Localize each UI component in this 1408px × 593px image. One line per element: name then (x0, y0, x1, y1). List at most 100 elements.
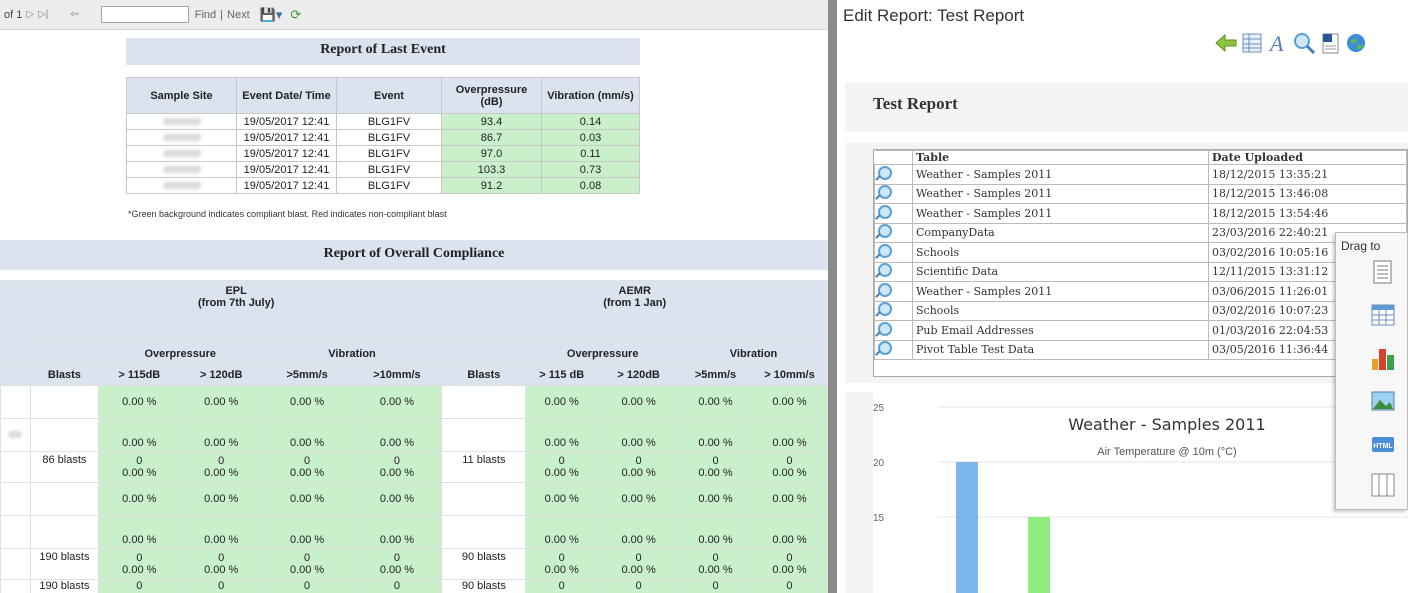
event-datetime: 19/05/2017 12:41 (236, 177, 337, 194)
col-sample-site: Sample Site (126, 77, 237, 114)
col-vibration: Vibration (mm/s) (541, 77, 640, 114)
back-arrow-icon[interactable] (1215, 32, 1237, 54)
data-source-row[interactable]: Pub Email Addresses 01/03/2016 22:04:53 (874, 320, 1407, 341)
overall-compliance-title: Report of Overall Compliance (0, 240, 828, 270)
redacted-site (162, 149, 201, 157)
report-name: Test Report (873, 94, 958, 113)
overpressure-value: 86.7 (441, 129, 542, 146)
html-icon[interactable]: HTML (1370, 431, 1396, 457)
table-row: 0.00 % 0.00 % 0.00 % 0.00 % 0.00 % 0.00 … (0, 385, 828, 419)
event-code: BLG1FV (336, 129, 442, 146)
pane-divider[interactable] (828, 0, 837, 593)
image-icon[interactable] (1370, 388, 1396, 414)
report-name-panel: Test Report (845, 82, 1408, 132)
columns-icon[interactable] (1370, 472, 1396, 498)
view-icon[interactable] (878, 204, 892, 219)
compliance-table: EPL (from 7th July) AEMR (from 1 Jan) Ov… (0, 280, 828, 593)
export-icon[interactable]: 💾▾ (260, 7, 283, 23)
table-row: 86 blasts 0 0.00 % 0 0.00 % 0 0.00 % 0 0.00 … (0, 451, 828, 483)
chart-bar[interactable] (1028, 517, 1050, 593)
data-source-row[interactable]: Weather - Samples 2011 03/06/2015 11:26:0… (874, 281, 1407, 302)
back-icon[interactable]: ⇦ (70, 9, 78, 20)
col-overpressure: Overpressure (dB) (441, 77, 542, 114)
table-icon[interactable] (1241, 32, 1263, 54)
next-link[interactable]: Next (227, 9, 250, 21)
vibration-value: 0.11 (541, 145, 640, 162)
refresh-icon[interactable]: ⟳ (290, 7, 301, 23)
next-page-icon[interactable]: ▷ (26, 9, 34, 20)
redacted-site (162, 181, 201, 189)
globe-icon[interactable] (1345, 32, 1367, 54)
data-source-row[interactable]: Schools 03/02/2016 10:07:23 (874, 300, 1407, 321)
view-icon[interactable] (878, 263, 892, 278)
view-icon[interactable] (878, 185, 892, 200)
view-icon[interactable] (878, 321, 892, 336)
editor-toolbar: A (1215, 31, 1367, 56)
last-page-icon[interactable]: ▷| (38, 9, 48, 20)
view-icon[interactable] (878, 302, 892, 317)
chart-subtitle: Air Temperature @ 10m (°C) (1097, 446, 1236, 458)
data-source-row[interactable]: Pivot Table Test Data 03/05/2016 11:36:44 (874, 339, 1407, 360)
vibration-value: 0.03 (541, 129, 640, 146)
view-icon[interactable] (878, 224, 892, 239)
data-source-row[interactable]: Weather - Samples 2011 18/12/2015 13:54:4… (874, 203, 1407, 224)
text-block-icon[interactable] (1370, 259, 1396, 285)
text-icon[interactable]: A (1267, 31, 1289, 56)
aemr-header: AEMR (from 1 Jan) (441, 280, 828, 343)
view-icon[interactable] (878, 165, 892, 180)
drag-palette-title: Drag to (1341, 239, 1381, 253)
view-icon[interactable] (878, 282, 892, 297)
table-row: 19/05/2017 12:41 BLG1FV 97.0 0.11 (126, 145, 640, 162)
find-input[interactable] (100, 6, 189, 23)
report-viewer-pane: of 1 ▷ ▷| ⇦ Find | Next 💾▾ ⟳ Report of L… (0, 0, 828, 593)
data-sources-table: Table Date Uploaded Weather - Samples 20… (874, 150, 1407, 360)
data-sources-table-container: Table Date Uploaded Weather - Samples 20… (873, 149, 1408, 377)
bar-chart-icon[interactable] (1370, 345, 1396, 371)
epl-header: EPL (from 7th July) (29, 280, 443, 343)
data-sources-panel: Table Date Uploaded Weather - Samples 20… (845, 143, 1408, 383)
event-code: BLG1FV (336, 113, 442, 130)
redacted-site (162, 165, 201, 173)
data-source-row[interactable]: Schools 03/02/2016 10:05:16 (874, 242, 1407, 263)
table-row: 190 blasts 0 0.00 % 0 0.00 % 0 0.00 % 0 0.00… (0, 548, 828, 580)
data-source-row[interactable]: Weather - Samples 2011 18/12/2015 13:46:0… (874, 183, 1407, 204)
report-toolbar: of 1 ▷ ▷| ⇦ Find | Next 💾▾ ⟳ (0, 0, 828, 30)
grid-icon[interactable] (1370, 302, 1396, 328)
table-row: 0.00 % 0.00 % 0.00 % 0.00 % 0.00 % 0.00 … (0, 418, 828, 452)
data-source-row[interactable]: CompanyData 23/03/2016 22:40:21 (874, 222, 1407, 243)
redacted-site (8, 431, 23, 438)
find-separator: | (220, 8, 224, 21)
page-title: Edit Report: Test Report (843, 6, 1025, 25)
chart-panel: 25 20 15 Weather - Samples 2011 Air Temperat… (845, 392, 1408, 593)
page-count-label: of 1 (4, 8, 23, 21)
view-icon[interactable] (878, 243, 892, 258)
chart-bar[interactable] (956, 462, 978, 593)
find-link[interactable]: Find (195, 9, 216, 21)
view-icon[interactable] (878, 341, 892, 356)
table-row: 19/05/2017 12:41 BLG1FV 93.4 0.14 (126, 113, 640, 130)
y-tick-label: 20 (873, 458, 885, 469)
magnify-icon[interactable] (1293, 32, 1316, 55)
data-source-row[interactable]: Weather - Samples 2011 18/12/2015 13:35:2… (874, 164, 1407, 185)
last-event-table: Sample Site Event Date/ Time Event Overp… (126, 77, 640, 194)
vibration-value: 0.73 (541, 161, 640, 178)
col-event-datetime: Event Date/ Time (236, 77, 337, 114)
table-row: 19/05/2017 12:41 BLG1FV 91.2 0.08 (126, 177, 640, 194)
event-datetime: 19/05/2017 12:41 (236, 113, 337, 130)
vibration-value: 0.14 (541, 113, 640, 130)
table-row: 0.00 % 0.00 % 0.00 % 0.00 % 0.00 % 0.00 … (0, 482, 828, 516)
overpressure-value: 97.0 (441, 145, 542, 162)
weather-chart: 25 20 15 Weather - Samples 2011 Air Temperat… (873, 403, 1408, 593)
data-source-row[interactable]: Scientific Data 12/11/2015 13:31:12 (874, 261, 1407, 282)
epl-overpressure-header: Overpressure (97, 342, 263, 365)
table-row: 190 blasts 0 0 0 0 90 blasts 0 0 0 0 (0, 579, 828, 593)
html-badge-text: HTML (1373, 443, 1393, 450)
word-doc-icon[interactable] (1319, 32, 1341, 54)
chart-title: Weather - Samples 2011 (1068, 415, 1265, 434)
redacted-site (162, 117, 201, 125)
compliance-note: *Green background indicates compliant bl… (128, 209, 447, 219)
col-table: Table (912, 150, 1209, 165)
event-datetime: 19/05/2017 12:41 (236, 161, 337, 178)
compliance-column-headers: Blasts > 115dB > 120dB >5mm/s >10mm/s Bl… (0, 364, 828, 386)
col-date-uploaded: Date Uploaded (1208, 150, 1407, 165)
